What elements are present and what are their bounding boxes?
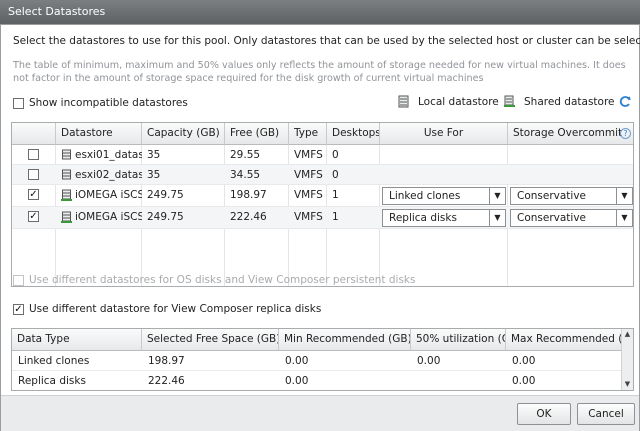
local-datastore-icon [62,169,71,180]
table-row[interactable]: ✓ iOMEGA iSCSI 249.75 222.46 VMFS 1 Replica di… [12,207,633,229]
capacity-cell: 249.75 [147,189,184,201]
desktops-cell: 0 [332,149,339,161]
summary-min-cell: 0.00 [285,355,309,367]
type-cell: VMFS [294,189,323,201]
chevron-down-icon[interactable]: ▼ [489,210,505,226]
col-header-free[interactable]: Free (GB) [225,123,289,145]
ok-button[interactable]: OK [517,403,571,425]
summary-half-cell [411,371,506,390]
capacity-cell: 249.75 [147,211,184,223]
datastore-name-cell: esxi02_datastore1 [56,165,142,185]
col-header-use-for[interactable]: Use For [380,123,508,145]
free-cell: 222.46 [230,211,267,223]
desktops-cell: 1 [332,211,339,223]
overcommit-value: Conservative [517,212,587,224]
table-row[interactable]: ✓ iOMEGA iSCSI 249.75 198.97 VMFS 1 Linked clo… [12,185,633,207]
type-cell: VMFS [294,149,323,161]
scroll-up-icon[interactable]: ▲ [622,329,633,340]
col-header-capacity[interactable]: Capacity (GB) [142,123,225,145]
summary-type-cell: Replica disks [18,375,86,387]
chevron-down-icon[interactable]: ▼ [489,188,505,204]
cancel-button[interactable]: Cancel [577,403,635,425]
table-row[interactable]: esxi01_datastore1 35 29.55 VMFS 0 [12,145,633,165]
show-incompatible-label: Show incompatible datastores [29,97,188,109]
col-header-type[interactable]: Type [289,123,327,145]
intro-text: Select the datastores to use for this po… [13,35,640,47]
col-header-select [12,123,56,145]
overcommit-value: Conservative [517,190,587,202]
table-row[interactable]: esxi02_datastore1 35 34.55 VMFS 0 [12,165,633,185]
summary-scrollbar[interactable]: ▲ ▼ [621,329,633,390]
capacity-cell: 35 [147,169,161,181]
datastore-name-cell: esxi01_datastore1 [56,145,142,165]
summary-min-cell: 0.00 [285,375,309,387]
free-cell: 34.55 [230,169,261,181]
summary-max-cell: 0.00 [512,375,536,387]
shared-datastore-icon [61,211,72,223]
row-select-checkbox[interactable]: ✓ [28,211,39,222]
os-disks-label: Use different datastores for OS disks an… [29,274,416,286]
local-datastore-icon [62,149,71,160]
datastore-table: Datastore Capacity (GB) Free (GB) Type D… [11,122,634,287]
datastore-name: iOMEGA iSCSI [75,189,142,201]
help-icon[interactable]: ? [620,128,631,139]
shared-datastore-icon [61,189,72,201]
summary-type-cell: Linked clones [18,355,90,367]
sum-col-data-type: Data Type [12,329,142,351]
desktops-cell: 1 [332,189,339,201]
free-cell: 29.55 [230,149,261,161]
free-cell: 198.97 [230,189,267,201]
select-datastores-dialog: Select the datastores to use for this po… [0,24,640,431]
col-header-datastore[interactable]: Datastore [56,123,142,145]
row-select-checkbox[interactable] [28,169,39,180]
datastore-name: esxi02_datastore1 [75,169,142,181]
replica-disks-label: Use different datastore for View Compose… [29,303,322,315]
table-row: Replica disks 222.46 0.00 0.00 [12,371,623,390]
summary-table: Data Type Selected Free Space (GB) Min R… [11,328,634,391]
summary-free-cell: 198.97 [148,355,185,367]
col-header-storage-overcommit[interactable]: Storage Overcommit [508,123,633,145]
shared-datastore-label: Shared datastore [524,96,615,108]
use-for-select[interactable]: Replica disks ▼ [382,209,506,227]
table-row: Linked clones 198.97 0.00 0.00 0.00 [12,351,623,371]
replica-disks-checkbox[interactable]: ✓ [13,304,24,315]
sum-col-max: Max Recommended (GB) [506,329,623,351]
storage-overcommit-select[interactable]: Conservative ▼ [510,187,633,205]
local-datastore-label: Local datastore [418,96,499,108]
chevron-down-icon[interactable]: ▼ [616,210,632,226]
scroll-down-icon[interactable]: ▼ [622,379,633,390]
use-for-select[interactable]: Linked clones ▼ [382,187,506,205]
sum-col-half: 50% utilization (GB) [411,329,506,351]
dialog-footer: OK Cancel [1,395,639,431]
use-for-value: Replica disks [389,212,457,224]
desktops-cell: 0 [332,169,339,181]
datastore-name: esxi01_datastore1 [75,149,142,161]
row-select-checkbox[interactable]: ✓ [28,189,39,200]
os-disks-checkbox[interactable] [13,275,24,286]
datastore-name-cell: iOMEGA iSCSI [56,207,142,227]
capacity-cell: 35 [147,149,161,161]
window-title: Select Datastores [0,0,640,24]
row-select-checkbox[interactable] [28,149,39,160]
use-for-value: Linked clones [389,190,461,202]
type-cell: VMFS [294,169,323,181]
datastore-name-cell: iOMEGA iSCSI [56,185,142,205]
type-cell: VMFS [294,211,323,223]
chevron-down-icon[interactable]: ▼ [616,188,632,204]
local-datastore-icon [398,95,409,108]
col-header-desktops[interactable]: Desktops [327,123,380,145]
sum-col-selected-free: Selected Free Space (GB) [142,329,279,351]
refresh-icon[interactable] [619,95,632,108]
storage-note: The table of minimum, maximum and 50% va… [13,60,626,84]
summary-half-cell: 0.00 [417,355,441,367]
summary-free-cell: 222.46 [148,375,185,387]
storage-overcommit-select[interactable]: Conservative ▼ [510,209,633,227]
show-incompatible-checkbox[interactable] [13,98,24,109]
sum-col-min: Min Recommended (GB) [279,329,411,351]
shared-datastore-icon [504,95,515,107]
datastore-name: iOMEGA iSCSI [75,211,142,223]
summary-max-cell: 0.00 [512,355,536,367]
